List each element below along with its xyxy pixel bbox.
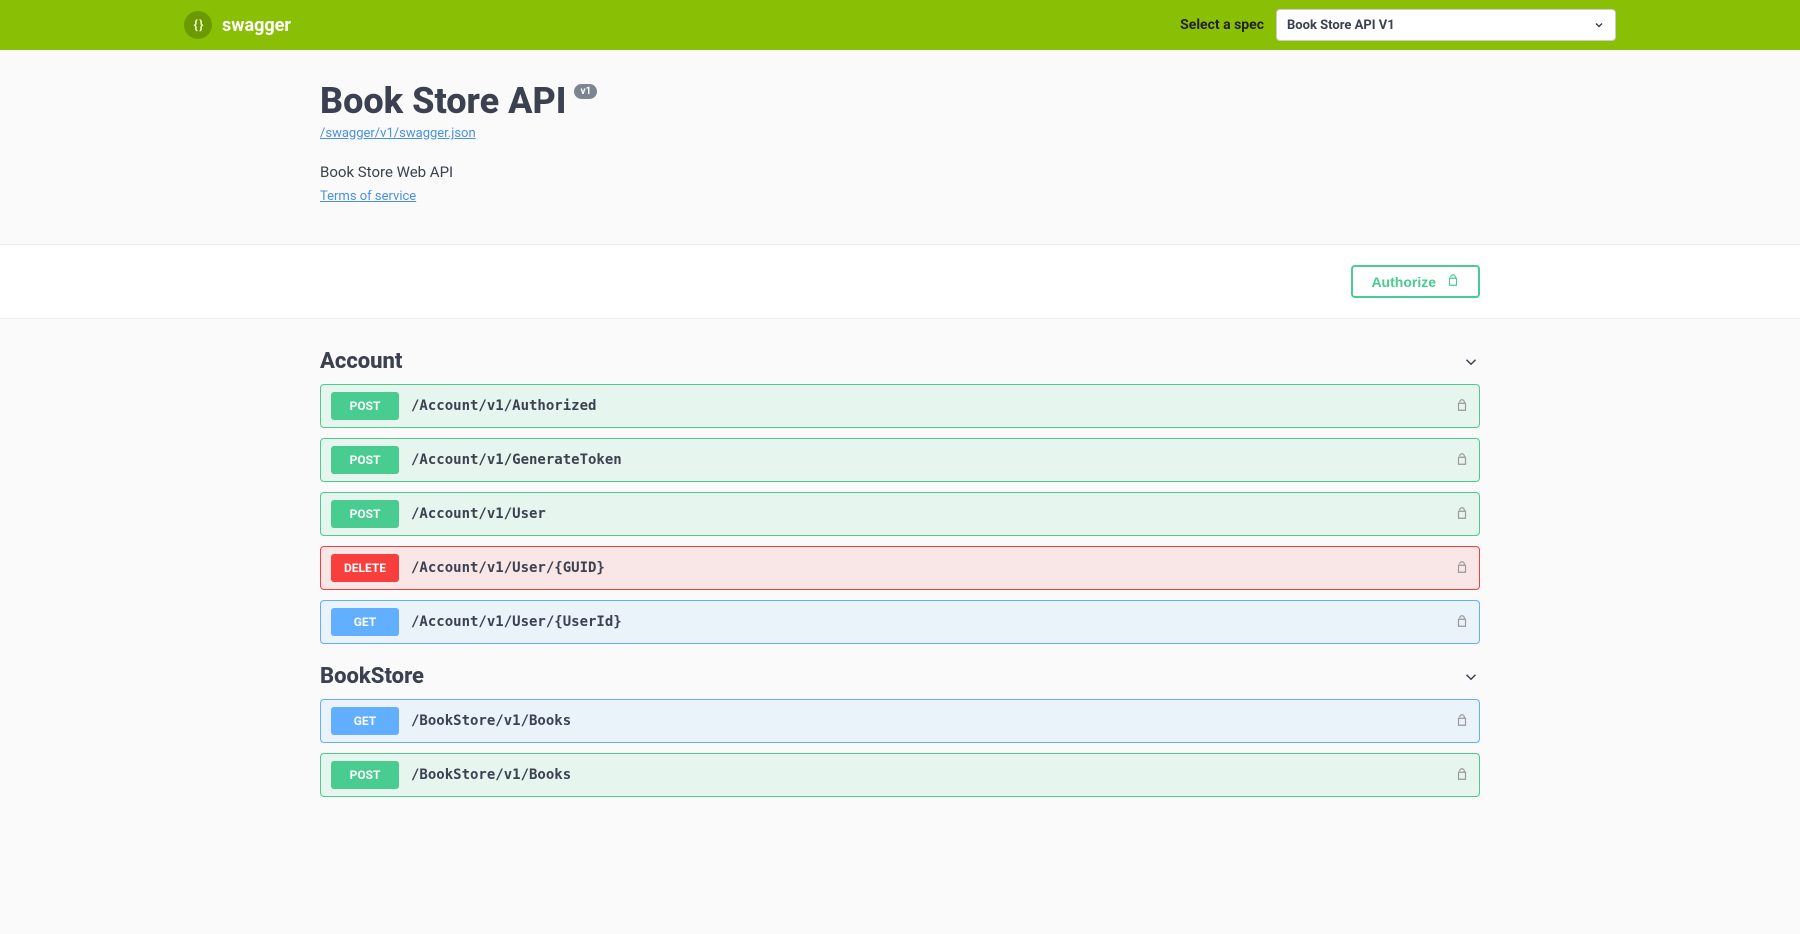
- operation-path: /BookStore/v1/Books: [411, 713, 1455, 729]
- info-section: Book Store API v1 /swagger/v1/swagger.js…: [320, 50, 1480, 244]
- spec-label: Select a spec: [1180, 17, 1264, 33]
- opblock-post[interactable]: POST/Account/v1/User: [320, 492, 1480, 536]
- opblock-get[interactable]: GET/Account/v1/User/{UserId}: [320, 600, 1480, 644]
- method-badge: GET: [331, 608, 399, 636]
- opblock-delete[interactable]: DELETE/Account/v1/User/{GUID}: [320, 546, 1480, 590]
- spec-select[interactable]: Book Store API V1: [1276, 9, 1616, 41]
- swagger-logo-icon: { }: [184, 11, 212, 39]
- version-badge: v1: [574, 84, 597, 99]
- tag-header-bookstore[interactable]: BookStore: [320, 654, 1480, 699]
- lock-open-icon: [1455, 712, 1469, 731]
- operation-path: /BookStore/v1/Books: [411, 767, 1455, 783]
- spec-selector-area: Select a spec Book Store API V1: [1180, 9, 1616, 41]
- brand-area: { } swagger: [184, 11, 291, 39]
- operation-path: /Account/v1/GenerateToken: [411, 452, 1455, 468]
- opblock-get[interactable]: GET/BookStore/v1/Books: [320, 699, 1480, 743]
- method-badge: POST: [331, 761, 399, 789]
- operation-path: /Account/v1/User/{GUID}: [411, 560, 1455, 576]
- chevron-down-icon: [1593, 19, 1605, 31]
- spec-selected-value: Book Store API V1: [1287, 18, 1395, 33]
- operation-path: /Account/v1/User/{UserId}: [411, 614, 1455, 630]
- method-badge: DELETE: [331, 554, 399, 582]
- opblock-post[interactable]: POST/Account/v1/GenerateToken: [320, 438, 1480, 482]
- brand-text: swagger: [222, 15, 291, 36]
- api-description: Book Store Web API: [320, 163, 1480, 181]
- method-badge: GET: [331, 707, 399, 735]
- opblock-post[interactable]: POST/BookStore/v1/Books: [320, 753, 1480, 797]
- lock-open-icon: [1455, 766, 1469, 785]
- chevron-down-icon: [1462, 668, 1480, 686]
- lock-open-icon: [1446, 273, 1460, 290]
- lock-open-icon: [1455, 505, 1469, 524]
- tag-header-account[interactable]: Account: [320, 339, 1480, 384]
- chevron-down-icon: [1462, 353, 1480, 371]
- operations-content: AccountPOST/Account/v1/AuthorizedPOST/Ac…: [320, 319, 1480, 827]
- topbar: { } swagger Select a spec Book Store API…: [0, 0, 1800, 50]
- swagger-json-link[interactable]: /swagger/v1/swagger.json: [320, 126, 476, 141]
- authorize-label: Authorize: [1371, 274, 1436, 290]
- method-badge: POST: [331, 392, 399, 420]
- method-badge: POST: [331, 500, 399, 528]
- tag-name: BookStore: [320, 664, 424, 689]
- operation-path: /Account/v1/Authorized: [411, 398, 1455, 414]
- opblock-post[interactable]: POST/Account/v1/Authorized: [320, 384, 1480, 428]
- lock-open-icon: [1455, 613, 1469, 632]
- lock-open-icon: [1455, 559, 1469, 578]
- auth-section: Authorize: [0, 244, 1800, 319]
- authorize-button[interactable]: Authorize: [1351, 265, 1480, 298]
- lock-open-icon: [1455, 397, 1469, 416]
- method-badge: POST: [331, 446, 399, 474]
- tag-name: Account: [320, 349, 402, 374]
- terms-of-service-link[interactable]: Terms of service: [320, 189, 416, 204]
- operation-path: /Account/v1/User: [411, 506, 1455, 522]
- title-row: Book Store API v1: [320, 80, 1480, 122]
- api-title: Book Store API: [320, 80, 566, 122]
- lock-open-icon: [1455, 451, 1469, 470]
